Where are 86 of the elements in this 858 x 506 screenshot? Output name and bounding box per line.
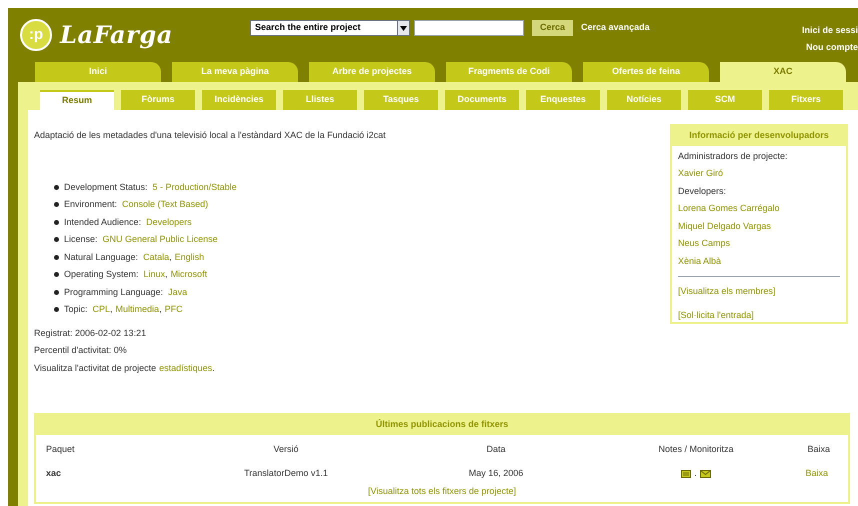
statistics-text: Visualitza l'activitat de projecte	[34, 362, 156, 375]
search-scope-dropdown[interactable]: Search the entire project	[250, 20, 410, 36]
member-link[interactable]: Lorena Gomes Carrégalo	[678, 202, 840, 216]
all-files-link[interactable]: [Visualitza tots els fitxers de projecte]	[368, 484, 516, 498]
column-header: Paquet	[46, 442, 76, 456]
developers-label: Developers:	[678, 184, 728, 198]
category-link[interactable]: 5 - Production/Stable	[152, 180, 237, 194]
category-link[interactable]: Catala	[143, 250, 170, 264]
category-label: Operating System:	[64, 268, 139, 281]
sub-tab[interactable]: Tasques	[364, 90, 438, 110]
bullet-icon	[54, 202, 59, 208]
category-label: Programming Language:	[64, 286, 164, 299]
sub-tab[interactable]: Llistes	[283, 90, 357, 110]
comma-separator: ,	[169, 250, 172, 264]
activity-percentile: Percentil d'activitat: 0%	[34, 344, 128, 357]
main-tab[interactable]: Inici	[35, 62, 161, 82]
project-description: Adaptació de les metadades d'una televisió local a l'estàndard XAC de la Fundació i2cat	[34, 129, 386, 142]
category-label: Topic:	[64, 303, 88, 316]
main-tab[interactable]: Arbre de projectes	[309, 62, 435, 82]
comma-separator: ,	[159, 303, 162, 316]
notes-icon[interactable]	[681, 470, 692, 478]
advanced-search-link[interactable]: Cerca avançada	[581, 21, 650, 35]
separator-text: .	[694, 467, 697, 480]
bullet-icon	[54, 254, 59, 260]
comma-separator: ,	[165, 268, 168, 281]
period-text: .	[212, 362, 215, 374]
sub-tab[interactable]: SCM	[688, 90, 762, 110]
bullet-icon	[54, 237, 59, 242]
logo-mark: :p	[20, 19, 52, 51]
category-link[interactable]: GNU General Public License	[102, 233, 218, 246]
category-label: License:	[64, 233, 98, 246]
bullet-icon	[54, 272, 59, 278]
category-link[interactable]: English	[174, 250, 204, 264]
statistics-link[interactable]: estadístiques	[159, 362, 212, 375]
download-link[interactable]: Baixa	[796, 467, 838, 480]
sub-tab[interactable]: Incidències	[202, 90, 276, 110]
member-link[interactable]: Miquel Delgado Vargas	[678, 220, 840, 233]
category-link[interactable]: Microsoft	[170, 268, 208, 282]
main-tab[interactable]: La meva pàgina	[172, 62, 298, 82]
sub-tab[interactable]: Notícies	[607, 90, 681, 110]
package-name: xac	[46, 467, 62, 480]
main-tab[interactable]: Ofertes de feina	[583, 62, 709, 82]
comma-separator: ,	[110, 303, 113, 316]
member-link[interactable]: Xènia Albà	[678, 254, 840, 268]
bullet-icon	[54, 290, 59, 295]
search-field[interactable]	[414, 20, 524, 36]
category-link[interactable]: CPL	[92, 303, 110, 316]
panel-link[interactable]: [Visualitza els membres]	[678, 285, 840, 298]
category-link[interactable]: Console (Text Based)	[122, 198, 208, 212]
date-cell-text: May 16, 2006	[468, 467, 524, 480]
registered-date: Registrat: 2006-02-02 13:21	[34, 326, 148, 340]
sub-tab[interactable]: Fitxers	[769, 90, 843, 110]
table-title: Últimes publicacions de fitxers	[36, 415, 848, 434]
envelope-icon[interactable]	[700, 470, 711, 478]
category-link[interactable]: PFC	[164, 303, 183, 316]
bullet-icon	[54, 220, 59, 225]
logo-text: LaFarga	[60, 19, 173, 51]
bullet-icon	[54, 307, 59, 312]
main-tab[interactable]: Fragments de Codi	[446, 62, 572, 82]
account-link[interactable]: Inici de sessi	[802, 24, 858, 38]
sub-tab[interactable]: Enquestes	[526, 90, 600, 110]
category-link[interactable]: Linux	[144, 268, 166, 282]
category-link[interactable]: Developers	[146, 216, 192, 229]
category-link[interactable]: Multimedia	[116, 303, 160, 316]
version-cell-text: TranslatorDemo v1.1	[243, 467, 329, 480]
panel-link[interactable]: [Sol·licita l'entrada]	[678, 308, 840, 322]
category-label: Development Status:	[64, 180, 148, 194]
column-header: Versió	[272, 442, 300, 456]
account-link[interactable]: Nou compte	[806, 40, 858, 54]
sub-tab[interactable]: Fòrums	[121, 90, 195, 110]
column-header: Baixa	[806, 442, 831, 456]
category-label: Natural Language:	[64, 250, 138, 264]
column-header: Notes / Monitoritza	[657, 442, 735, 456]
category-link[interactable]: Java	[168, 286, 188, 299]
category-label: Environment:	[64, 198, 118, 211]
member-link[interactable]: Xavier Giró	[678, 167, 840, 180]
sub-tab[interactable]: Documents	[445, 90, 519, 110]
category-label: Intended Audience:	[64, 216, 142, 228]
bullet-icon	[54, 184, 59, 190]
search-button[interactable]: Cerca	[532, 20, 574, 36]
panel-title: Informació per desenvolupadors	[672, 126, 846, 146]
column-header: Data	[485, 442, 506, 456]
admins-label: Administradors de projecte:	[678, 150, 789, 163]
main-tab[interactable]: XAC	[720, 62, 846, 82]
member-link[interactable]: Neus Camps	[678, 237, 840, 250]
sub-tab[interactable]: Resum	[40, 90, 114, 110]
